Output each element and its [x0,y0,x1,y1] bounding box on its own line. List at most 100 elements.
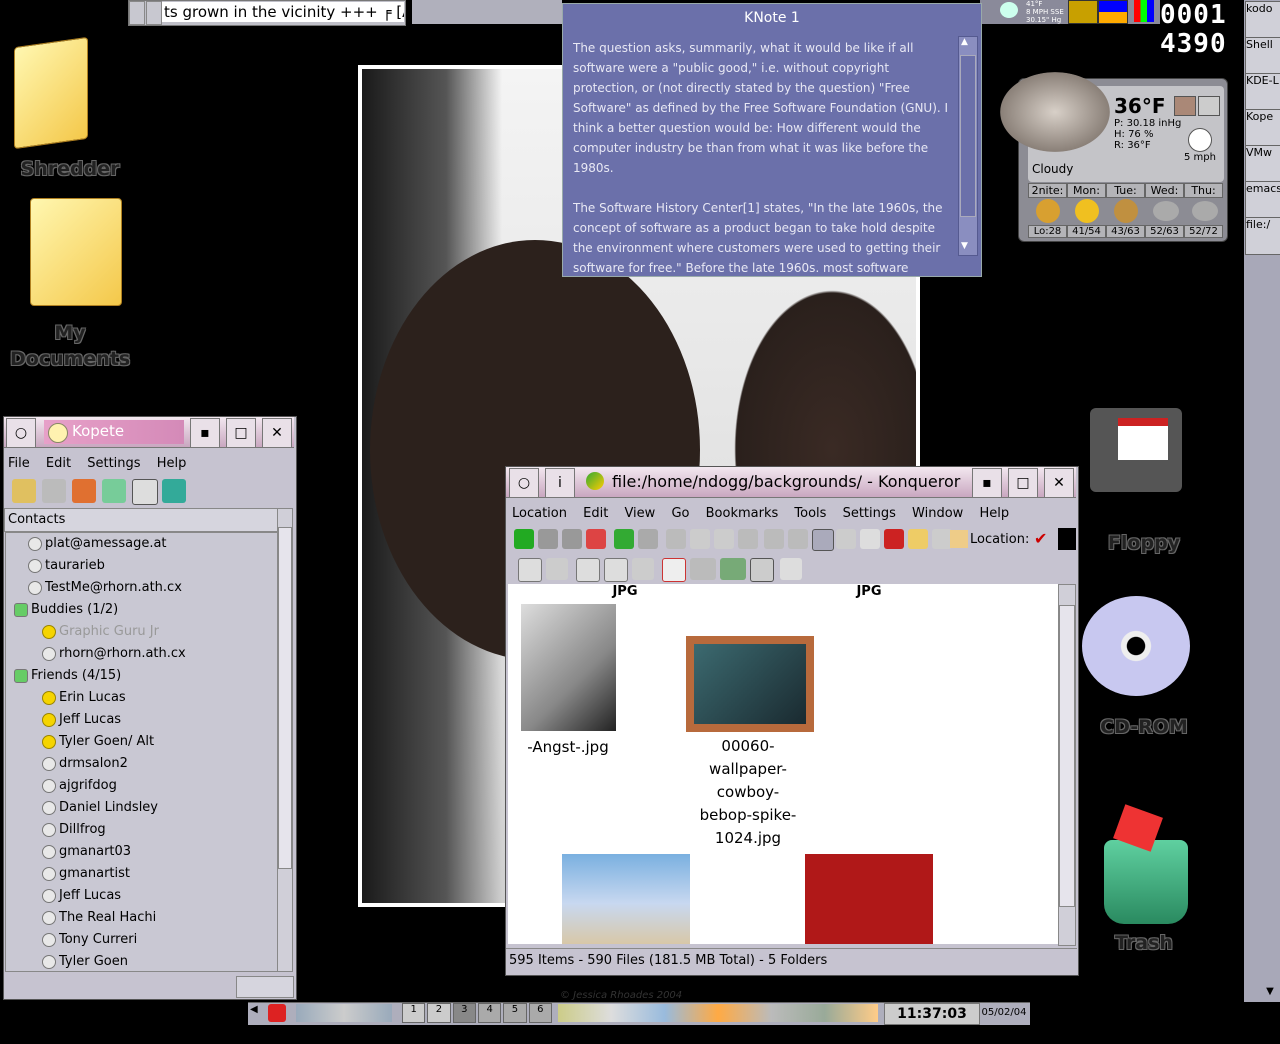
print-icon[interactable] [738,529,758,549]
ticker-menu-arrow[interactable] [146,1,162,25]
pager-desktop-3[interactable]: 3 [452,1003,476,1023]
menu-location[interactable]: Location [512,506,567,521]
mem-monitor-applet[interactable] [1098,0,1128,24]
pager-desktop-4[interactable]: 4 [477,1003,502,1023]
contact-row[interactable]: plat@amessage.at [6,533,278,555]
zoom-in-icon[interactable] [764,529,784,549]
address-book-icon[interactable] [162,479,186,503]
taskbar-window-icons[interactable] [558,1004,878,1022]
status-icon[interactable] [72,479,96,503]
disconnect-icon[interactable] [42,479,66,503]
menu-settings[interactable]: Settings [87,456,140,471]
contact-row[interactable]: Jeff Lucas [6,885,278,907]
properties-icon[interactable] [932,529,952,549]
image-gallery-icon[interactable] [690,558,716,580]
forward-icon[interactable] [562,529,582,549]
contact-group-row[interactable]: Buddies (1/2) [6,599,278,621]
contact-row[interactable]: drmsalon2 [6,753,278,775]
weather-settings-button[interactable] [1198,96,1220,116]
contact-row[interactable]: Tyler Goen [6,951,278,971]
quick-launch-icons[interactable] [296,1004,392,1022]
back-icon[interactable] [538,529,558,549]
contact-row[interactable]: Daniel Lindsley [6,797,278,819]
contact-row[interactable]: Tony Curreri [6,929,278,951]
taskbar-clock[interactable]: 11:37:03 pm [884,1003,980,1042]
window-menu-button[interactable]: ○ [6,418,36,448]
menu-help[interactable]: Help [979,506,1009,521]
home-icon[interactable] [586,529,606,549]
ticker-left-arrow[interactable] [129,1,145,25]
window-menu-button[interactable]: ○ [509,468,539,498]
konsole-icon[interactable] [546,558,568,580]
right-panel-scroll-down-icon[interactable]: ▼ [1262,986,1278,1000]
contact-row[interactable]: Jeff Lucas [6,709,278,731]
thumbnail-cowboy-bebop[interactable] [686,636,814,732]
maximize-button[interactable]: □ [1008,468,1038,498]
launcher-kopete[interactable]: Kope [1245,109,1280,147]
multicolumn-icon[interactable] [884,529,904,549]
cdrom-label[interactable]: CD-ROM [1084,716,1204,738]
file-name[interactable]: 00060- wallpaper- cowboy- bebop-spike- 1… [678,735,818,850]
my-documents-icon[interactable] [30,198,122,306]
ticker-text[interactable]: ts grown in the vicinity +++ ╒ [A [162,2,404,22]
color-applet-icon[interactable] [1134,0,1154,22]
menu-window[interactable]: Window [912,506,963,521]
knote-title[interactable]: KNote 1 [563,4,981,32]
preview-icon[interactable] [750,558,774,582]
thumbnail-bebop-group[interactable] [562,854,690,944]
scroll-thumb[interactable] [278,527,292,869]
file-view-scrollbar[interactable] [1058,584,1076,946]
contact-row[interactable]: Dillfrog [6,819,278,841]
pager-desktop-1[interactable]: 1 [402,1003,426,1023]
knote-scroll-thumb[interactable] [960,55,976,217]
my-documents-label-line2[interactable]: Documents [10,348,130,370]
my-documents-label-line1[interactable]: My [10,322,130,344]
knote-text[interactable]: The question asks, summarily, what it wo… [573,38,955,272]
menu-bookmarks[interactable]: Bookmarks [706,506,779,521]
zoom-out-icon[interactable] [788,529,808,549]
fullscreen-icon[interactable] [662,558,686,582]
contact-list-scrollbar[interactable] [277,508,293,972]
connect-icon[interactable] [12,479,36,503]
weather-mini-applet[interactable]: 41°F 8 MPH SSE 30.15" Hg [1000,0,1064,24]
knote-scroll-down-icon[interactable]: ▼ [961,241,968,251]
contact-row[interactable]: taurarieb [6,555,278,577]
contact-row[interactable]: Erin Lucas [6,687,278,709]
trash-icon[interactable] [1104,804,1188,924]
scroll-thumb[interactable] [1059,605,1075,907]
new-folder-icon[interactable] [908,529,928,549]
sidebar-toggle-icon[interactable] [518,558,542,582]
close-button[interactable]: ✕ [262,418,292,448]
launcher-emacs[interactable]: emacs [1245,181,1280,219]
split-vertical-icon[interactable] [604,558,628,582]
contact-row[interactable]: Graphic Guru Jr [6,621,278,643]
launcher-file[interactable]: file:/ [1245,217,1280,255]
menu-view[interactable]: View [624,506,655,521]
up-icon[interactable] [514,529,534,549]
shredder-icon[interactable] [14,36,88,150]
add-contact-icon[interactable] [102,479,126,503]
pager-desktop-2[interactable]: 2 [427,1003,451,1023]
launcher-kde-look[interactable]: KDE-L [1245,73,1280,111]
reload-icon[interactable] [614,529,634,549]
detail-view-icon[interactable] [836,529,856,549]
menu-help[interactable]: Help [157,456,187,471]
split-horizontal-icon[interactable] [576,558,600,582]
pager-desktop-5[interactable]: 5 [503,1003,527,1023]
launcher-shell[interactable]: Shell [1245,37,1280,75]
contacts-header[interactable]: Contacts [4,508,281,532]
shredder-label[interactable]: Shredder [10,158,130,180]
go-checkmark-icon[interactable]: ✔ [1034,530,1052,548]
cdrom-icon[interactable] [1082,596,1190,696]
contact-group-row[interactable]: Friends (4/15) [6,665,278,687]
clear-location-icon[interactable] [950,530,968,548]
contact-row[interactable]: rhorn@rhorn.ath.cx [6,643,278,665]
taskbar-date[interactable]: 05/02/04 [980,1003,1028,1023]
pager-desktop-6[interactable]: 6 [528,1003,552,1023]
knote-scrollbar[interactable]: ▲ ▼ [958,36,978,256]
minimize-button[interactable]: ▪ [190,418,220,448]
menu-edit[interactable]: Edit [46,456,71,471]
contact-row[interactable]: The Real Hachi [6,907,278,929]
contact-row[interactable]: Tyler Goen/ Alt [6,731,278,753]
filter-icon[interactable] [780,558,802,580]
